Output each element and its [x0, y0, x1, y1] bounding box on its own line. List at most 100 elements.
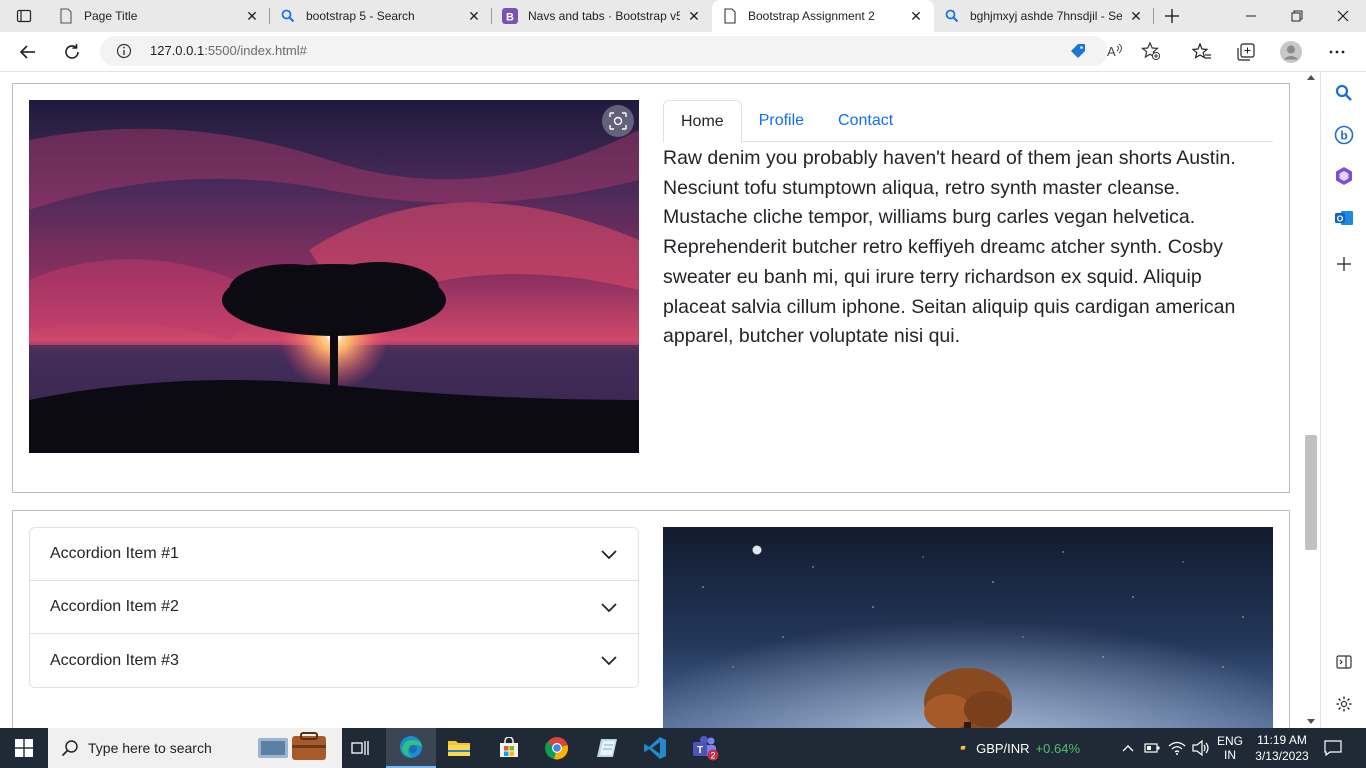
- volume-button[interactable]: [1190, 728, 1212, 768]
- clock-time: 11:19 AM: [1257, 733, 1307, 747]
- language-indicator[interactable]: ENG IN: [1214, 728, 1246, 768]
- accordion-item-3[interactable]: Accordion Item #3: [30, 634, 638, 687]
- hide-sidebar-icon[interactable]: [1332, 650, 1356, 674]
- read-aloud-icon[interactable]: A: [1105, 41, 1125, 61]
- ticker-change: +0.64%: [1035, 740, 1080, 756]
- address-bar[interactable]: 127.0.0.1:5500/index.html# A: [100, 36, 1161, 66]
- browser-tab-random-search[interactable]: bghjmxyj ashde 7hnsdjil - Search ✕: [934, 0, 1154, 32]
- taskbar-notes-app-button[interactable]: [584, 728, 630, 768]
- sunset-tree-image: [29, 100, 639, 453]
- taskbar-file-explorer-button[interactable]: [436, 728, 482, 768]
- minimize-icon: [1246, 15, 1256, 17]
- scroll-down-arrow-icon[interactable]: [1307, 719, 1315, 724]
- sidebar-settings-gear-icon[interactable]: [1332, 692, 1356, 716]
- notification-icon: [1324, 740, 1342, 756]
- svg-text:O: O: [1337, 214, 1344, 224]
- browser-tab-navs-and-tabs[interactable]: B Navs and tabs · Bootstrap v5.3 ✕: [492, 0, 712, 32]
- close-icon: [1337, 10, 1349, 22]
- currency-icon: [960, 745, 966, 750]
- refresh-button[interactable]: [56, 36, 88, 68]
- clock[interactable]: 11:19 AM 3/13/2023: [1250, 728, 1314, 768]
- tab-pane-text: Raw denim you probably haven't heard of …: [663, 147, 1236, 348]
- store-icon: [500, 737, 518, 757]
- volume-icon: [1192, 740, 1209, 756]
- task-view-button[interactable]: [342, 728, 378, 768]
- tab-home[interactable]: Home: [663, 100, 742, 143]
- sidebar-search-icon[interactable]: [1332, 81, 1356, 105]
- sunset-image-art: [29, 100, 639, 453]
- accordion-item-label: Accordion Item #2: [50, 598, 179, 615]
- close-window-button[interactable]: [1320, 0, 1366, 32]
- task-view-icon: [351, 741, 369, 755]
- url-text[interactable]: 127.0.0.1:5500/index.html#: [150, 43, 307, 58]
- taskbar-edge-button[interactable]: [386, 728, 436, 768]
- chrome-icon: [545, 737, 569, 760]
- folder-icon: [448, 741, 470, 756]
- stock-ticker-widget[interactable]: GBP/INR +0.64%: [960, 728, 1080, 768]
- browser-tab-bootstrap-assignment[interactable]: Bootstrap Assignment 2 ✕: [712, 0, 934, 32]
- taskbar-store-button[interactable]: [486, 728, 532, 768]
- svg-text:b: b: [1340, 129, 1347, 143]
- office-icon[interactable]: [1332, 164, 1356, 188]
- bing-chat-icon[interactable]: b: [1332, 123, 1356, 147]
- taskbar-search-box[interactable]: Type here to search: [48, 728, 342, 768]
- close-tab-icon[interactable]: ✕: [244, 8, 260, 24]
- taskbar-vscode-button[interactable]: [632, 728, 678, 768]
- restore-button[interactable]: [1274, 0, 1320, 32]
- minimize-button[interactable]: [1228, 0, 1274, 32]
- accordion-item-2[interactable]: Accordion Item #2: [30, 581, 638, 634]
- search-placeholder: Type here to search: [88, 740, 212, 756]
- show-hidden-icons-button[interactable]: [1118, 728, 1138, 768]
- page-scrollbar[interactable]: [1303, 73, 1320, 728]
- coupon-tag-icon[interactable]: [1068, 41, 1088, 61]
- close-tab-icon[interactable]: ✕: [466, 8, 482, 24]
- vscode-icon: [644, 737, 666, 759]
- chevron-down-icon: [601, 603, 617, 613]
- clock-date: 3/13/2023: [1255, 749, 1309, 763]
- wifi-icon: [1168, 741, 1186, 755]
- favorites-button[interactable]: [1186, 36, 1218, 68]
- start-button[interactable]: [0, 728, 48, 768]
- tab-title: Bootstrap Assignment 2: [748, 9, 875, 23]
- tab-actions-button[interactable]: [8, 4, 40, 28]
- battery-button[interactable]: [1142, 728, 1162, 768]
- taskbar-chrome-button[interactable]: [534, 728, 580, 768]
- close-tab-icon[interactable]: ✕: [686, 8, 702, 24]
- scrollbar-thumb[interactable]: [1305, 435, 1317, 550]
- new-tab-button[interactable]: [1158, 4, 1186, 28]
- region-code: IN: [1224, 748, 1236, 762]
- tab-title: bghjmxyj ashde 7hnsdjil - Search: [970, 9, 1122, 23]
- back-button[interactable]: [12, 36, 44, 68]
- teams-notification-badge: 2: [710, 751, 715, 761]
- tab-actions-icon: [16, 9, 32, 23]
- restore-icon: [1291, 10, 1303, 22]
- visual-search-button[interactable]: [602, 105, 634, 137]
- accordion-item-1[interactable]: Accordion Item #1: [30, 528, 638, 581]
- add-sidebar-app-icon[interactable]: [1332, 252, 1356, 276]
- tab-title: Navs and tabs · Bootstrap v5.3: [528, 9, 680, 23]
- edge-icon: [400, 736, 422, 758]
- page-viewport: Home Profile Contact Raw denim you proba…: [0, 73, 1303, 728]
- tab-profile[interactable]: Profile: [742, 100, 821, 142]
- collections-button[interactable]: [1230, 36, 1262, 68]
- tab-title: bootstrap 5 - Search: [306, 9, 415, 23]
- close-tab-icon[interactable]: ✕: [908, 8, 924, 24]
- notification-center-button[interactable]: [1318, 728, 1348, 768]
- language-code: ENG: [1216, 734, 1243, 748]
- browser-tab-page-title[interactable]: Page Title ✕: [48, 0, 270, 32]
- taskbar-teams-button[interactable]: T2: [682, 728, 728, 768]
- tabs-card: Home Profile Contact Raw denim you proba…: [12, 83, 1290, 493]
- wifi-button[interactable]: [1166, 728, 1188, 768]
- settings-more-button[interactable]: [1321, 36, 1353, 68]
- favorites-icon: [1192, 42, 1211, 59]
- profile-button[interactable]: [1275, 36, 1307, 68]
- tab-contact[interactable]: Contact: [821, 100, 910, 142]
- chevron-down-icon: [601, 656, 617, 666]
- scroll-up-arrow-icon[interactable]: [1307, 75, 1315, 80]
- site-info-icon[interactable]: [116, 43, 132, 59]
- outlook-icon[interactable]: O: [1332, 206, 1356, 230]
- ticker-name: GBP/INR: [976, 740, 1030, 756]
- add-favorite-icon[interactable]: [1141, 41, 1161, 61]
- close-tab-icon[interactable]: ✕: [1128, 8, 1144, 24]
- browser-tab-bootstrap-search[interactable]: bootstrap 5 - Search ✕: [270, 0, 492, 32]
